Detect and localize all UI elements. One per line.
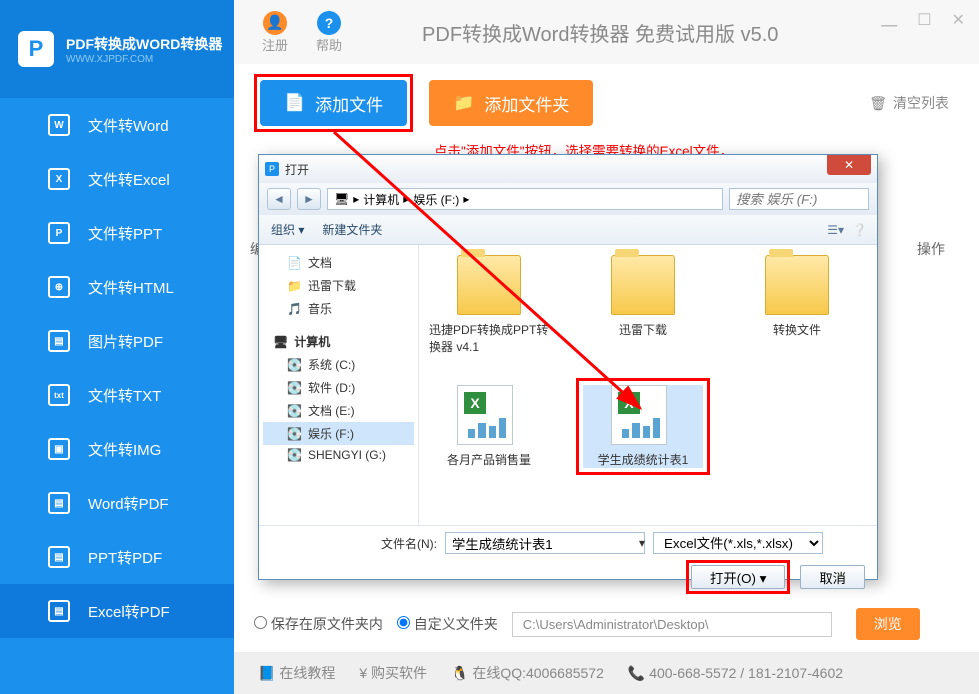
search-input[interactable] <box>729 188 869 210</box>
buy-link[interactable]: ¥ 购买软件 <box>359 663 427 683</box>
output-row: 保存在原文件夹内 自定义文件夹 C:\Users\Administrator\D… <box>254 608 979 640</box>
dialog-close-button[interactable]: ✕ <box>827 155 871 175</box>
file-list: 迅捷PDF转换成PPT转换器 v4.1 迅雷下载 转换文件 各月产品销售量 学生… <box>419 245 877 525</box>
help-button[interactable]: ?帮助 <box>316 11 342 54</box>
tree-music[interactable]: 🎵 音乐 <box>263 297 414 320</box>
clear-list-button[interactable]: 🗑 清空列表 <box>869 93 949 113</box>
window-controls: ⎽ ☐ ✕ <box>881 10 965 30</box>
open-dialog: P 打开 ✕ ◄ ► 🖥 ▸ 计算机 ▸ 娱乐 (F:) ▸ 组织 ▾ 新建文件… <box>258 154 878 580</box>
filename-label: 文件名(N): <box>381 535 437 552</box>
tutorial-link[interactable]: 📘 在线教程 <box>258 663 335 683</box>
titlebar: 👤注册 ?帮助 PDF转换成Word转换器 免费试用版 v5.0 ⎽ ☐ ✕ <box>234 0 979 64</box>
add-folder-button[interactable]: 📁 添加文件夹 <box>429 80 593 126</box>
register-button[interactable]: 👤注册 <box>262 11 288 54</box>
custom-folder-radio[interactable]: 自定义文件夹 <box>397 614 498 634</box>
new-folder-button[interactable]: 新建文件夹 <box>322 221 382 238</box>
file-folder-3[interactable]: 转换文件 <box>737 255 857 355</box>
dialog-titlebar: P 打开 ✕ <box>259 155 877 183</box>
folder-icon: 📁 <box>453 93 474 113</box>
trash-icon: 🗑 <box>869 95 887 112</box>
output-path: C:\Users\Administrator\Desktop\ <box>512 612 832 637</box>
sidebar-item-img2pdf[interactable]: ▤图片转PDF <box>0 314 234 368</box>
document-icon: 📄 <box>284 93 305 113</box>
tree-documents[interactable]: 📄 文档 <box>263 251 414 274</box>
cancel-button[interactable]: 取消 <box>800 565 865 589</box>
sidebar-item-html[interactable]: ⊕文件转HTML <box>0 260 234 314</box>
sidebar-item-txt[interactable]: txt文件转TXT <box>0 368 234 422</box>
tree-drive-f[interactable]: 💽 娱乐 (F:) <box>263 422 414 445</box>
sidebar-item-excel[interactable]: X文件转Excel <box>0 152 234 206</box>
help-icon: ? <box>317 11 341 35</box>
word-icon: W <box>48 114 70 136</box>
ppt-icon: P <box>48 222 70 244</box>
image-icon: ▤ <box>48 330 70 352</box>
user-icon: 👤 <box>263 11 287 35</box>
img-icon: ▣ <box>48 438 70 460</box>
sidebar: P PDF转换成WORD转换器 WWW.XJPDF.COM W文件转Word X… <box>0 0 234 694</box>
organize-menu[interactable]: 组织 ▾ <box>271 221 304 238</box>
txt-icon: txt <box>48 384 70 406</box>
phone-text: 📞 400-668-5572 / 181-2107-4602 <box>628 665 843 682</box>
highlight-add-file: 📄 添加文件 <box>254 74 413 132</box>
browse-button[interactable]: 浏览 <box>856 608 920 640</box>
dialog-navbar: ◄ ► 🖥 ▸ 计算机 ▸ 娱乐 (F:) ▸ <box>259 183 877 215</box>
tree-drive-e[interactable]: 💽 文档 (E:) <box>263 399 414 422</box>
sidebar-item-word[interactable]: W文件转Word <box>0 98 234 152</box>
folder-tree: 📄 文档 📁 迅雷下载 🎵 音乐 🖥 计算机 💽 系统 (C:) 💽 软件 (D… <box>259 245 419 525</box>
tree-drive-c[interactable]: 💽 系统 (C:) <box>263 353 414 376</box>
file-folder-2[interactable]: 迅雷下载 <box>583 255 703 355</box>
address-bar[interactable]: 🖥 ▸ 计算机 ▸ 娱乐 (F:) ▸ <box>327 188 723 210</box>
toolbar: 📄 添加文件 📁 添加文件夹 🗑 清空列表 <box>234 64 979 142</box>
excel-icon: X <box>48 168 70 190</box>
pdf-icon: ▤ <box>48 600 70 622</box>
tree-xunlei[interactable]: 📁 迅雷下载 <box>263 274 414 297</box>
dialog-toolbar: 组织 ▾ 新建文件夹 ☰▾ ❔ <box>259 215 877 245</box>
tree-drive-g[interactable]: 💽 SHENGYI (G:) <box>263 445 414 465</box>
file-excel-1[interactable]: 各月产品销售量 <box>429 385 549 468</box>
qq-link[interactable]: 🐧 在线QQ:4006685572 <box>451 663 604 683</box>
file-filter-select[interactable]: Excel文件(*.xls,*.xlsx) <box>653 532 823 554</box>
app-title: PDF转换成WORD转换器 <box>66 34 222 54</box>
keep-original-radio[interactable]: 保存在原文件夹内 <box>254 614 383 634</box>
sidebar-item-file2img[interactable]: ▣文件转IMG <box>0 422 234 476</box>
sidebar-header: P PDF转换成WORD转换器 WWW.XJPDF.COM <box>0 0 234 98</box>
close-icon[interactable]: ✕ <box>952 10 965 30</box>
back-button[interactable]: ◄ <box>267 188 291 210</box>
file-excel-2[interactable]: 学生成绩统计表1 <box>583 385 703 468</box>
app-icon: P <box>265 162 279 176</box>
help-icon[interactable]: ❔ <box>852 223 867 237</box>
window-title: PDF转换成Word转换器 免费试用版 v5.0 <box>422 18 778 47</box>
tree-drive-d[interactable]: 💽 软件 (D:) <box>263 376 414 399</box>
dialog-footer: 文件名(N): ▾ Excel文件(*.xls,*.xlsx) 打开(O) ▾ … <box>259 525 877 581</box>
filename-input[interactable] <box>445 532 645 554</box>
highlight-open: 打开(O) ▾ <box>686 560 790 594</box>
sidebar-item-ppt2pdf[interactable]: ▤PPT转PDF <box>0 530 234 584</box>
sidebar-item-word2pdf[interactable]: ▤Word转PDF <box>0 476 234 530</box>
pdf-icon: ▤ <box>48 492 70 514</box>
footer: 📘 在线教程 ¥ 购买软件 🐧 在线QQ:4006685572 📞 400-66… <box>234 652 979 694</box>
tree-computer[interactable]: 🖥 计算机 <box>263 330 414 353</box>
file-folder-1[interactable]: 迅捷PDF转换成PPT转换器 v4.1 <box>429 255 549 355</box>
sidebar-item-excel2pdf[interactable]: ▤Excel转PDF <box>0 584 234 638</box>
maximize-icon[interactable]: ☐ <box>917 10 931 30</box>
open-button[interactable]: 打开(O) ▾ <box>691 565 785 589</box>
view-button[interactable]: ☰▾ <box>827 223 844 237</box>
minimize-icon[interactable]: ⎽ <box>881 10 897 30</box>
pdf-icon: ▤ <box>48 546 70 568</box>
add-file-button[interactable]: 📄 添加文件 <box>260 80 407 126</box>
app-logo-icon: P <box>18 31 54 67</box>
computer-icon: 🖥 <box>334 192 349 206</box>
html-icon: ⊕ <box>48 276 70 298</box>
sidebar-item-ppt[interactable]: P文件转PPT <box>0 206 234 260</box>
app-url: WWW.XJPDF.COM <box>66 54 222 65</box>
forward-button[interactable]: ► <box>297 188 321 210</box>
